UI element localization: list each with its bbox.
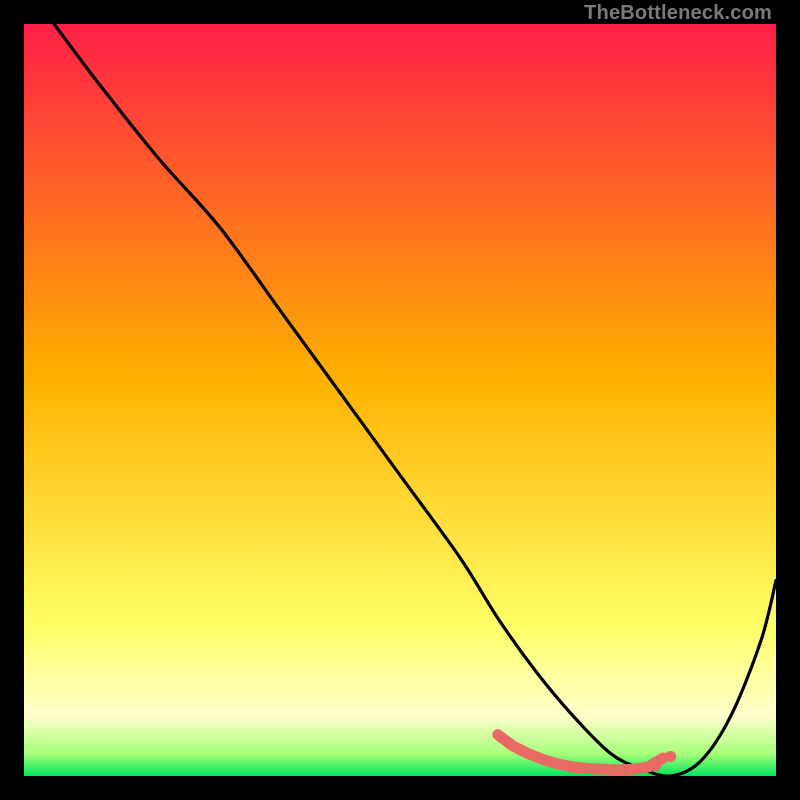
attribution-text: TheBottleneck.com [584,2,772,25]
chart-frame [24,24,776,776]
chart-background [24,24,776,776]
highlight-dot [650,760,661,771]
bottleneck-chart [24,24,776,776]
highlight-dot [665,751,676,762]
